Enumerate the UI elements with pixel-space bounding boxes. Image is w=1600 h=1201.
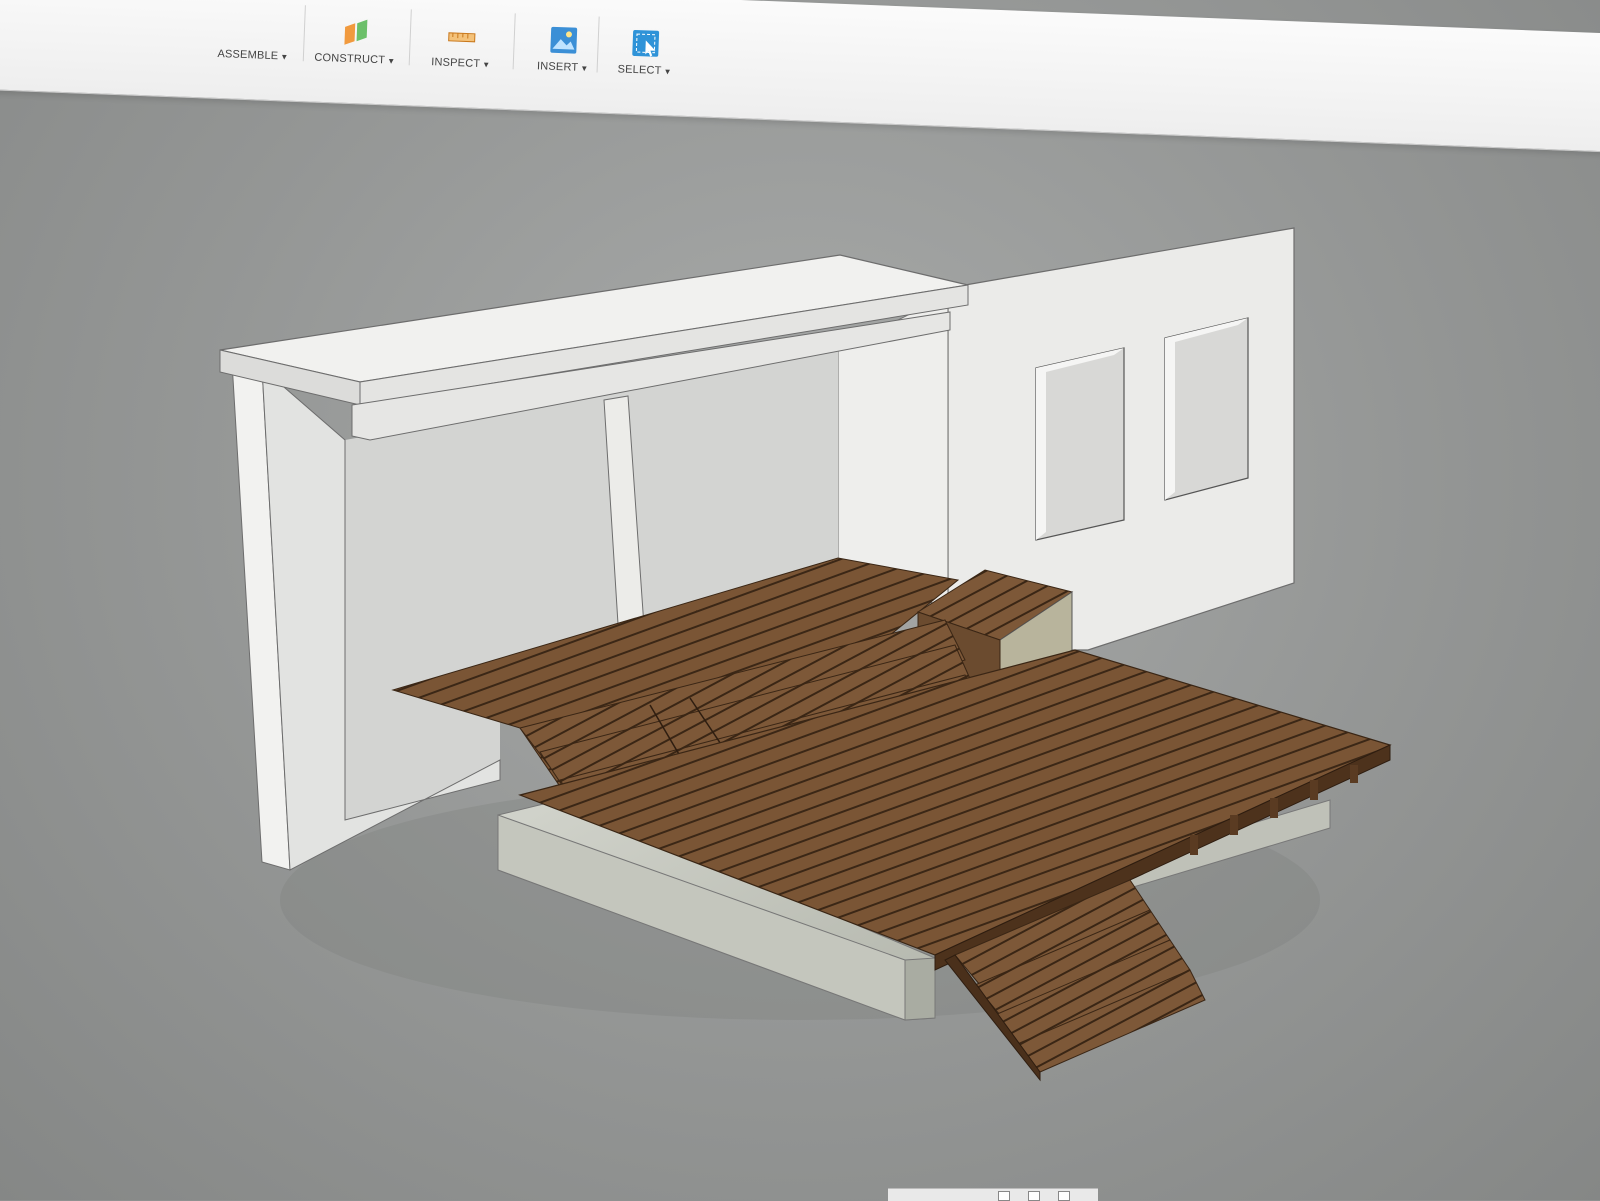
toolbar-divider xyxy=(303,5,306,61)
navigation-bar xyxy=(888,1188,1098,1201)
inspect-label: INSPECT xyxy=(431,56,481,70)
chevron-down-icon: ▼ xyxy=(663,67,671,76)
chevron-down-icon: ▼ xyxy=(280,52,288,61)
chevron-down-icon: ▼ xyxy=(387,56,395,65)
insert-image-icon xyxy=(548,25,579,56)
construct-label: CONSTRUCT xyxy=(314,52,385,67)
toolbar-divider xyxy=(409,9,412,65)
design-viewport[interactable]: ASSEMBLE▼ CONSTRUCT▼ INSPECT▼ xyxy=(0,0,1600,1200)
select-cursor-icon xyxy=(630,28,661,59)
window-right xyxy=(1165,318,1248,500)
select-label: SELECT xyxy=(617,63,661,77)
construct-menu[interactable]: CONSTRUCT▼ xyxy=(307,0,406,67)
select-menu[interactable]: SELECT▼ xyxy=(596,0,695,78)
inspect-menu[interactable]: INSPECT▼ xyxy=(413,0,512,71)
window-left xyxy=(1036,348,1124,540)
measure-ruler-icon xyxy=(446,21,477,52)
assemble-label: ASSEMBLE xyxy=(217,48,278,62)
insert-label: INSERT xyxy=(537,60,579,74)
model-canvas[interactable] xyxy=(0,0,1600,1200)
assemble-menu[interactable]: ASSEMBLE▼ xyxy=(205,0,304,63)
construct-plane-icon xyxy=(340,17,371,48)
chevron-down-icon: ▼ xyxy=(482,60,490,69)
chevron-down-icon: ▼ xyxy=(580,64,588,73)
